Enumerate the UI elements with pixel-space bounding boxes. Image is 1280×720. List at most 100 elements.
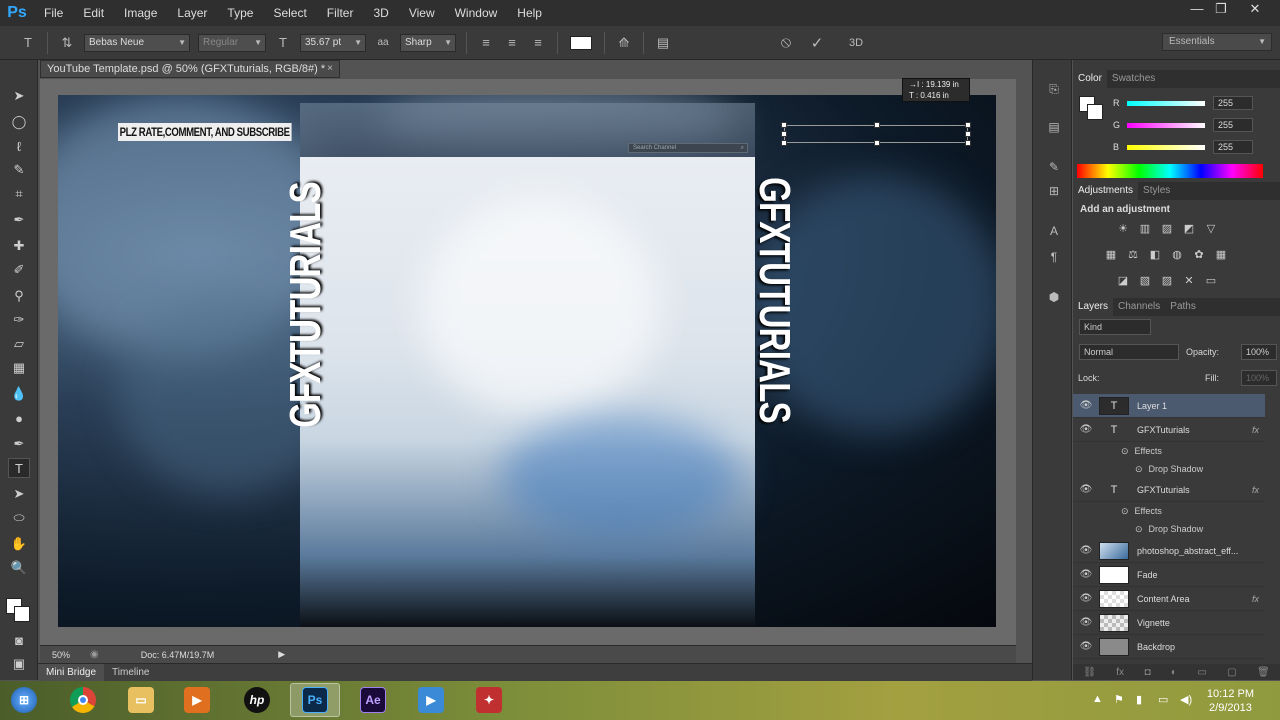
taskbar-chrome[interactable] (58, 683, 108, 717)
move-tool-icon[interactable]: ➤ (8, 86, 30, 106)
align-left-icon[interactable]: ≡ (476, 33, 496, 53)
properties-panel-icon[interactable]: ▤ (1045, 120, 1063, 136)
effects-row[interactable]: ⊙ Effects (1073, 502, 1265, 520)
transform-handle[interactable] (965, 122, 971, 128)
add-mask-icon[interactable]: ◘ (1144, 667, 1150, 678)
history-panel-icon[interactable]: ⎘ (1045, 82, 1063, 98)
menu-filter[interactable]: Filter (317, 0, 364, 26)
selective-color-icon[interactable]: ✕ (1181, 274, 1197, 288)
layer-row[interactable]: 👁 T GFXTuturials fx (1073, 478, 1265, 502)
tab-timeline[interactable]: Timeline (104, 664, 157, 682)
tray-monitor-icon[interactable]: ▭ (1158, 693, 1168, 706)
eye-icon[interactable]: 👁 (1073, 641, 1099, 652)
green-slider[interactable] (1127, 122, 1205, 128)
eye-icon[interactable]: ⊙ (1135, 524, 1143, 535)
clone-stamp-tool-icon[interactable]: ⚲ (8, 286, 30, 306)
eyedropper-tool-icon[interactable]: ✒ (8, 210, 30, 230)
taskbar-clock[interactable]: 10:12 PM 2/9/2013 (1207, 687, 1254, 715)
character-panel-icon[interactable]: A (1045, 224, 1063, 240)
eye-icon[interactable]: ⊙ (1121, 446, 1129, 457)
text-orientation-icon[interactable]: ⇅ (57, 33, 77, 53)
menu-window[interactable]: Window (445, 0, 508, 26)
eye-icon[interactable]: 👁 (1073, 617, 1099, 628)
3d-panel-icon[interactable]: ⬢ (1045, 290, 1063, 306)
layer-filter-select[interactable]: Kind (1079, 319, 1151, 335)
black-white-icon[interactable]: ◧ (1147, 248, 1163, 262)
new-group-icon[interactable]: ▭ (1197, 667, 1206, 678)
status-info-icon[interactable]: ◉ (90, 649, 99, 660)
menu-type[interactable]: Type (217, 0, 263, 26)
tab-adjustments[interactable]: Adjustments (1073, 182, 1139, 200)
history-brush-tool-icon[interactable]: ✑ (8, 310, 30, 330)
path-selection-tool-icon[interactable]: ➤ (8, 484, 30, 504)
play-arrow-icon[interactable]: ▶ (278, 649, 285, 660)
crop-tool-icon[interactable]: ⌗ (8, 184, 30, 204)
eye-icon[interactable]: ⊙ (1121, 506, 1129, 517)
taskbar-explorer[interactable]: ▭ (116, 683, 166, 717)
3d-button[interactable]: 3D (846, 33, 866, 53)
pen-tool-icon[interactable]: ✒ (8, 434, 30, 454)
photo-filter-icon[interactable]: ◍ (1169, 248, 1185, 262)
opacity-input[interactable]: 100% (1241, 344, 1277, 360)
blue-slider[interactable] (1127, 144, 1205, 150)
layer-row[interactable]: 👁 Content Area fx (1073, 587, 1265, 611)
marquee-tool-icon[interactable]: ◯ (8, 112, 30, 132)
menu-layer[interactable]: Layer (167, 0, 217, 26)
eye-icon[interactable]: 👁 (1073, 569, 1099, 580)
menu-edit[interactable]: Edit (73, 0, 114, 26)
transform-handle[interactable] (781, 140, 787, 146)
exposure-icon[interactable]: ◩ (1181, 222, 1197, 236)
tab-styles[interactable]: Styles (1138, 182, 1175, 200)
layer-row[interactable]: 👁 Fade (1073, 563, 1265, 587)
posterize-icon[interactable]: ▧ (1137, 274, 1153, 288)
zoom-level[interactable]: 50% (52, 650, 70, 660)
type-tool-preset-icon[interactable]: T (18, 33, 38, 53)
eye-icon[interactable]: 👁 (1073, 484, 1099, 495)
warp-text-icon[interactable]: ⟰ (614, 33, 634, 53)
eye-icon[interactable]: 👁 (1073, 545, 1099, 556)
tab-paths[interactable]: Paths (1165, 298, 1201, 316)
color-spectrum-bar[interactable] (1077, 164, 1263, 178)
eye-icon[interactable]: 👁 (1073, 593, 1099, 604)
fill-input[interactable]: 100% (1241, 370, 1277, 386)
tab-mini-bridge[interactable]: Mini Bridge (38, 663, 105, 682)
font-size-select[interactable]: 35.67 pt ▼ (300, 33, 366, 52)
transform-handle[interactable] (874, 140, 880, 146)
add-style-icon[interactable]: fx (1116, 667, 1124, 678)
cancel-icon[interactable]: ⦸ (776, 33, 796, 53)
brush-panel-icon[interactable]: ✎ (1045, 160, 1063, 176)
tab-layers[interactable]: Layers (1073, 298, 1114, 316)
threshold-icon[interactable]: ▨ (1159, 274, 1175, 288)
blur-tool-icon[interactable]: 💧 (8, 384, 30, 404)
font-style-select[interactable]: Regular ▼ (198, 33, 266, 52)
menu-view[interactable]: View (399, 0, 445, 26)
link-layers-icon[interactable]: ⛓ (1083, 667, 1096, 678)
new-layer-icon[interactable]: ▢ (1227, 667, 1236, 678)
shape-tool-icon[interactable]: ⬭ (8, 508, 30, 528)
fx-icon[interactable]: fx (1252, 425, 1259, 435)
background-color-swatch[interactable] (14, 606, 30, 622)
green-value[interactable]: 255 (1213, 118, 1253, 132)
taskbar-media-app[interactable]: ▶ (406, 683, 456, 717)
align-right-icon[interactable]: ≡ (528, 33, 548, 53)
gradient-map-icon[interactable]: ▭ (1203, 274, 1219, 288)
fx-icon[interactable]: fx (1252, 594, 1259, 604)
workspace-select[interactable]: Essentials ▼ (1162, 33, 1272, 51)
menu-file[interactable]: File (34, 0, 73, 26)
document-tab[interactable]: YouTube Template.psd @ 50% (GFXTuturials… (40, 60, 340, 78)
tray-expand-icon[interactable]: ▲ (1092, 693, 1103, 705)
tray-network-icon[interactable]: ▮ (1136, 693, 1142, 706)
menu-select[interactable]: Select (263, 0, 316, 26)
levels-icon[interactable]: ▥ (1137, 222, 1153, 236)
taskbar-photoshop[interactable]: Ps (290, 683, 340, 717)
brush-presets-icon[interactable]: ⊞ (1045, 184, 1063, 200)
effects-row[interactable]: ⊙ Effects (1073, 442, 1265, 460)
color-balance-icon[interactable]: ⚖ (1125, 248, 1141, 262)
red-value[interactable]: 255 (1213, 96, 1253, 110)
tray-flag-icon[interactable]: ⚑ (1114, 693, 1124, 706)
curves-icon[interactable]: ▨ (1159, 222, 1175, 236)
menu-help[interactable]: Help (507, 0, 552, 26)
start-button[interactable]: ⊞ (2, 683, 46, 717)
new-adjustment-icon[interactable]: ◐ (1171, 667, 1177, 678)
eye-icon[interactable]: 👁 (1073, 424, 1099, 435)
